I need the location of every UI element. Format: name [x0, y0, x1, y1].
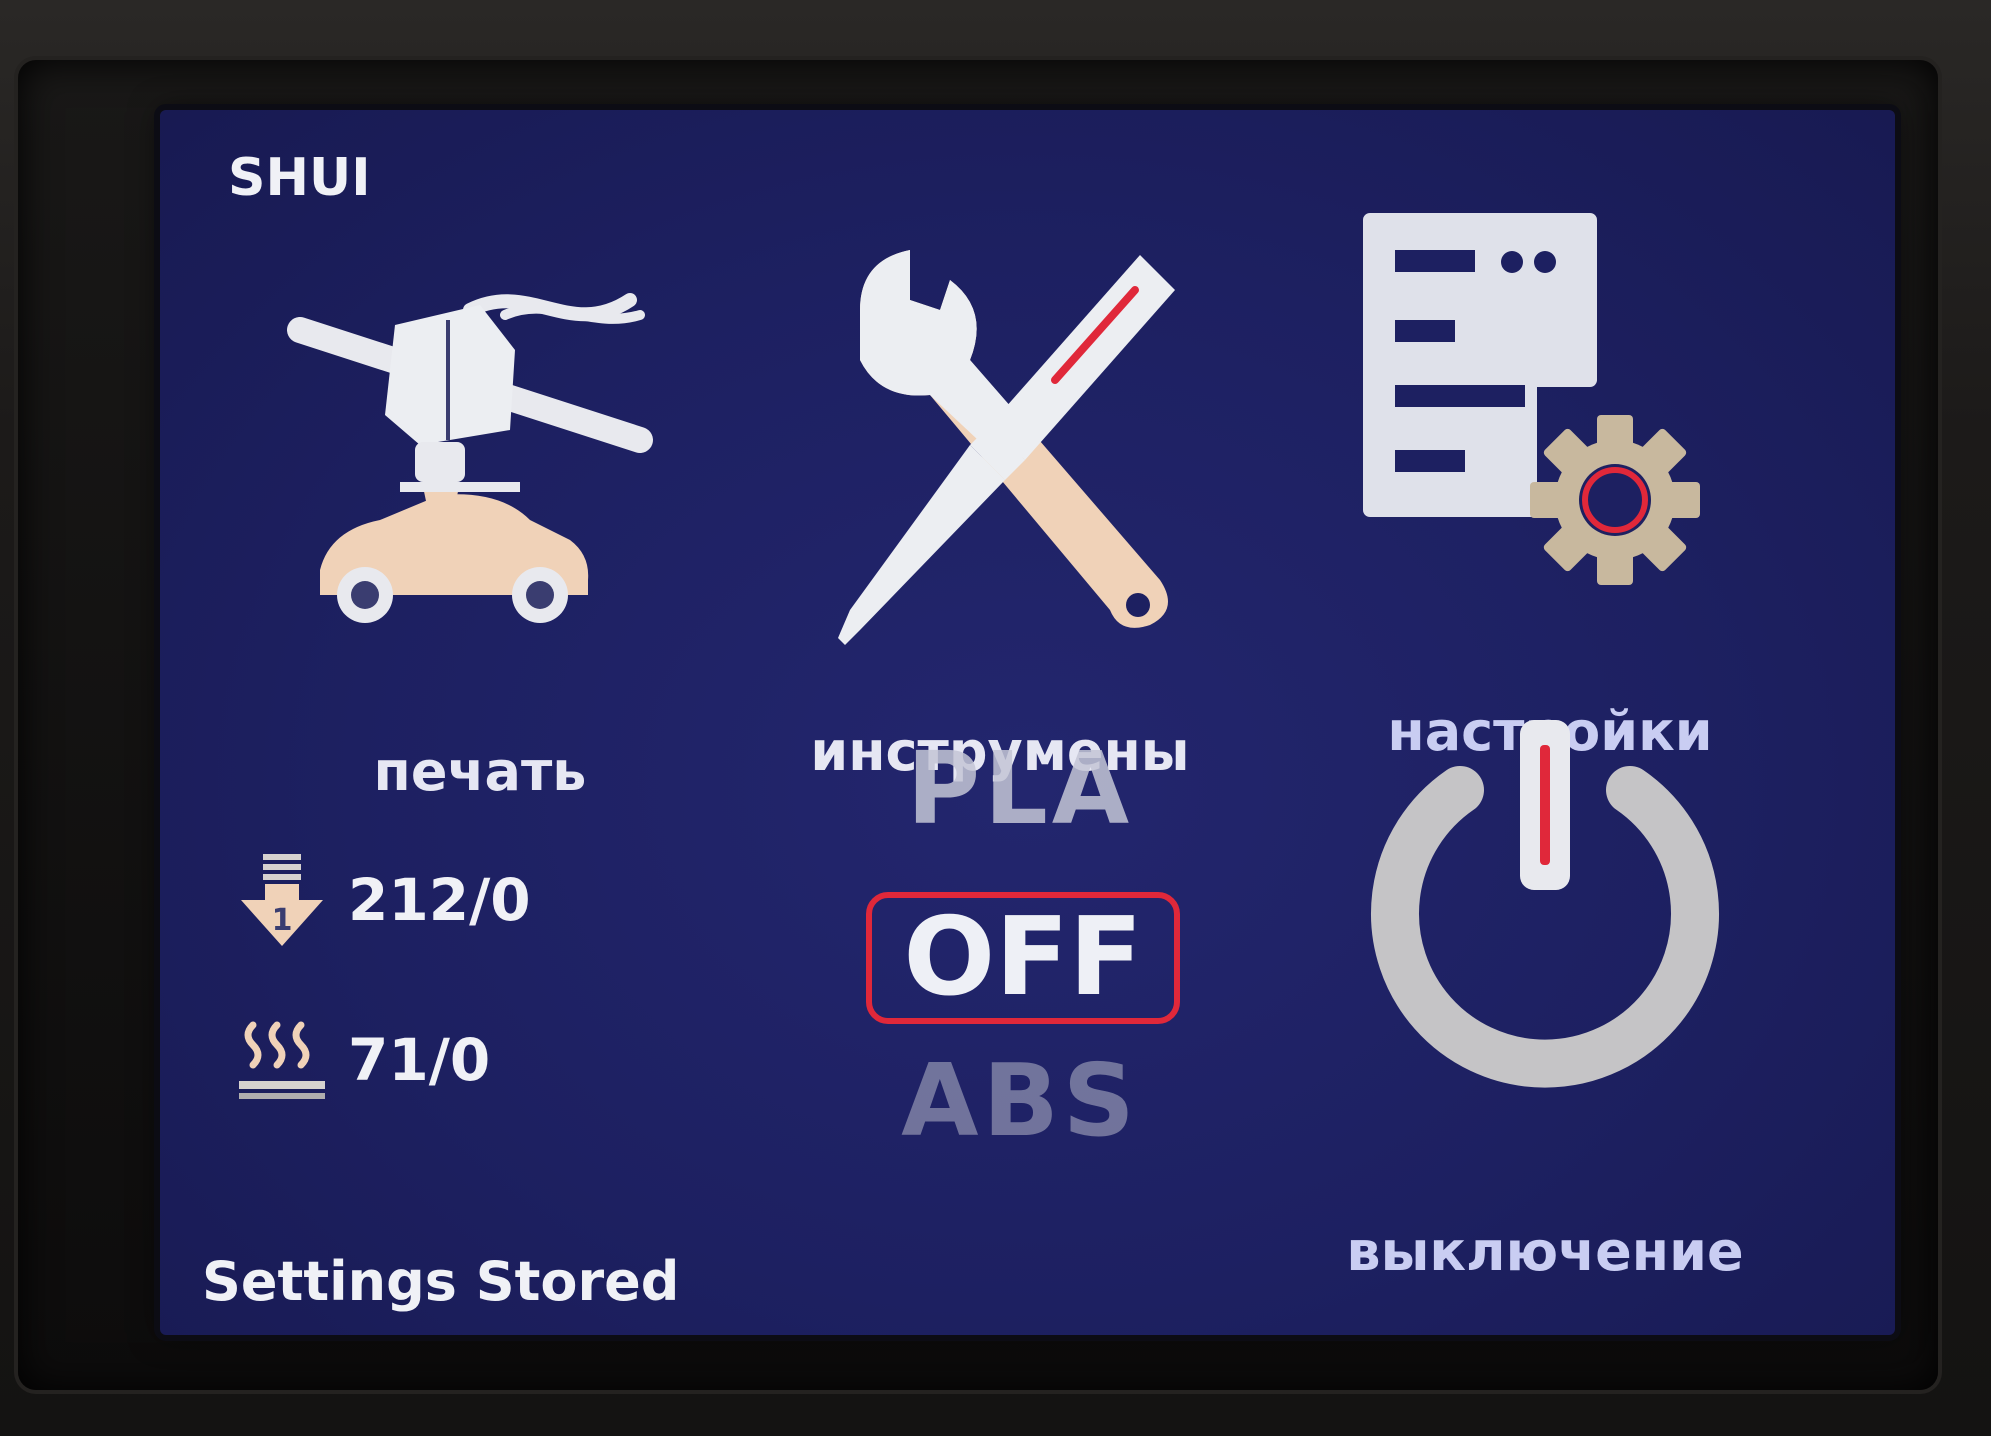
- heated-bed-icon: [239, 1021, 325, 1099]
- extruder-icon: 1: [241, 854, 323, 946]
- nozzle-temp-row[interactable]: 1 212/0: [235, 850, 531, 950]
- preset-option-pla[interactable]: PLA: [850, 730, 1190, 847]
- bed-temp-row[interactable]: 71/0: [235, 1015, 490, 1105]
- bed-temp-value: 71/0: [348, 1026, 491, 1094]
- preheat-selector[interactable]: PLA OFF ABS: [850, 730, 1190, 1180]
- extruder-index: 1: [272, 903, 293, 938]
- preset-option-off-selected[interactable]: OFF: [866, 892, 1180, 1024]
- power-label: выключение: [1346, 1220, 1744, 1283]
- power-off-button[interactable]: выключение: [1310, 700, 1780, 1283]
- lcd-screen: SHUI печать инструмены выключение 1 212/…: [160, 110, 1895, 1335]
- wrench-screwdriver-icon: [838, 250, 1175, 645]
- preset-option-abs[interactable]: ABS: [850, 1042, 1190, 1159]
- settings-gear-icon: [1363, 213, 1700, 585]
- printer-car-icon: [287, 293, 653, 623]
- nozzle-temp-value: 212/0: [348, 866, 531, 934]
- print-label: печать: [373, 740, 587, 803]
- tools-button[interactable]: инструмены: [780, 220, 1220, 810]
- power-icon: [1371, 720, 1719, 1088]
- status-message: Settings Stored: [202, 1250, 680, 1313]
- app-title: SHUI: [228, 148, 371, 208]
- print-button[interactable]: печать: [270, 220, 690, 810]
